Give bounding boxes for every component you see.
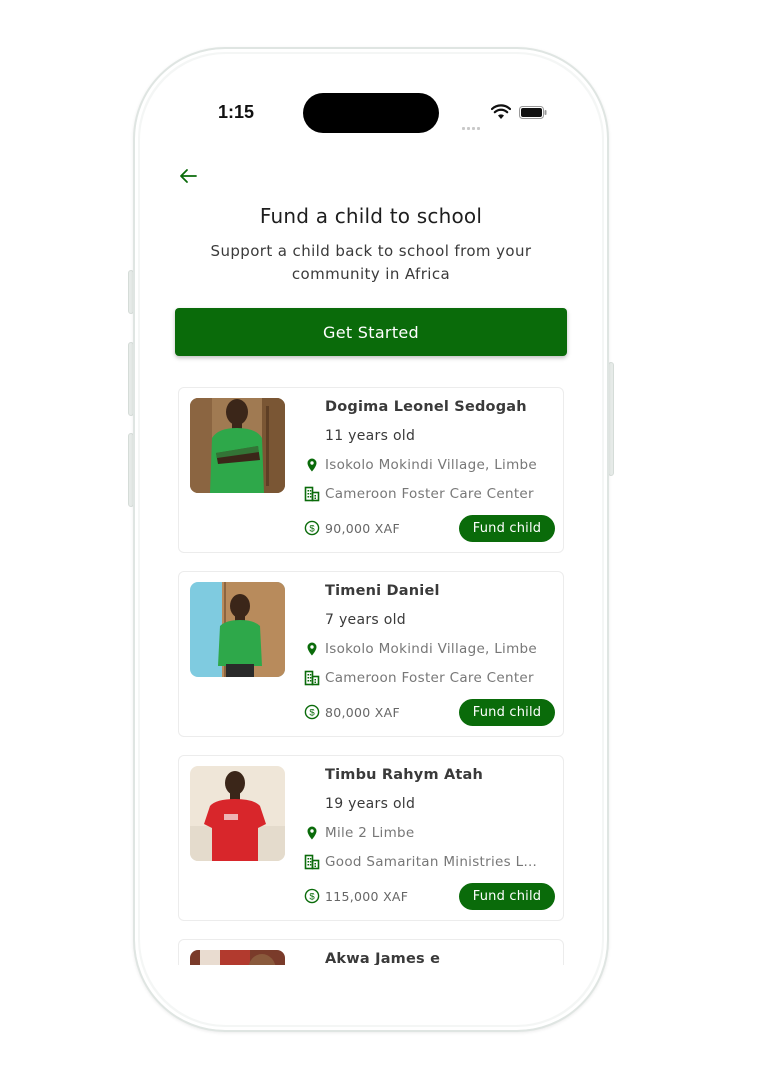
page-title: Fund a child to school xyxy=(259,204,483,228)
dynamic-island xyxy=(303,93,439,133)
child-card[interactable]: Timbu Rahym Atah 19 years old Mile 2 Lim… xyxy=(178,755,564,921)
organization-text: Cameroon Foster Care Center xyxy=(325,486,534,502)
child-card[interactable]: Dogima Leonel Sedogah 11 years old Isoko… xyxy=(178,387,564,553)
child-card[interactable]: Timeni Daniel 7 years old Isokolo Mokind… xyxy=(178,571,564,737)
location-text: Isokolo Mokindi Village, Limbe xyxy=(325,457,538,473)
child-location: Mile 2 Limbe xyxy=(304,824,544,842)
battery-icon xyxy=(519,106,547,119)
child-organization: Cameroon Foster Care Center xyxy=(304,485,544,503)
building-icon xyxy=(304,670,320,686)
building-icon xyxy=(304,854,320,870)
building-icon xyxy=(304,486,320,502)
child-photo xyxy=(190,398,285,493)
svg-text:$: $ xyxy=(309,707,315,718)
child-card[interactable]: Akwa James e xyxy=(178,939,564,965)
dollar-circle-icon: $ xyxy=(304,520,320,536)
map-pin-icon xyxy=(307,642,317,656)
child-amount: $ 80,000 XAF xyxy=(304,703,400,721)
amount-text: 115,000 XAF xyxy=(325,888,409,904)
location-text: Isokolo Mokindi Village, Limbe xyxy=(325,641,538,657)
get-started-button[interactable]: Get Started xyxy=(175,308,567,356)
children-list[interactable]: Dogima Leonel Sedogah 11 years old Isoko… xyxy=(178,387,564,965)
child-location: Isokolo Mokindi Village, Limbe xyxy=(304,640,544,658)
child-location: Isokolo Mokindi Village, Limbe xyxy=(304,456,544,474)
dollar-circle-icon: $ xyxy=(304,888,320,904)
svg-text:$: $ xyxy=(309,523,315,534)
amount-text: 90,000 XAF xyxy=(325,520,401,536)
location-text: Mile 2 Limbe xyxy=(325,825,415,841)
amount-text: 80,000 XAF xyxy=(325,704,401,720)
organization-text: Good Samaritan Ministries Limbe xyxy=(325,854,539,870)
page-subtitle: Support a child back to school from your… xyxy=(210,242,532,283)
phone-screen: 1:15 Fund a child to school Support a ch… xyxy=(140,54,602,1025)
child-name: Timbu Rahym Atah xyxy=(325,767,484,783)
child-organization: Cameroon Foster Care Center xyxy=(304,669,544,687)
child-age: 11 years old xyxy=(325,428,416,444)
child-age: 19 years old xyxy=(325,796,416,812)
fund-child-button[interactable]: Fund child xyxy=(459,699,555,726)
child-organization: Good Samaritan Ministries Limbe xyxy=(304,853,544,871)
child-name: Dogima Leonel Sedogah xyxy=(325,399,527,415)
child-name: Akwa James e xyxy=(325,951,441,965)
fund-child-button[interactable]: Fund child xyxy=(459,883,555,910)
child-photo xyxy=(190,950,285,965)
map-pin-icon xyxy=(307,826,317,840)
cellular-signal-icon xyxy=(462,115,484,130)
fund-child-button[interactable]: Fund child xyxy=(459,515,555,542)
map-pin-icon xyxy=(307,458,317,472)
child-amount: $ 115,000 XAF xyxy=(304,887,408,905)
child-name: Timeni Daniel xyxy=(325,583,440,599)
child-age: 7 years old xyxy=(325,612,406,628)
child-photo xyxy=(190,766,285,861)
wifi-icon xyxy=(491,104,511,119)
organization-text: Cameroon Foster Care Center xyxy=(325,670,534,686)
svg-text:$: $ xyxy=(309,891,315,902)
arrow-left-icon[interactable] xyxy=(176,164,200,188)
dollar-circle-icon: $ xyxy=(304,704,320,720)
child-amount: $ 90,000 XAF xyxy=(304,519,400,537)
child-photo xyxy=(190,582,285,677)
status-time: 1:15 xyxy=(218,102,255,122)
